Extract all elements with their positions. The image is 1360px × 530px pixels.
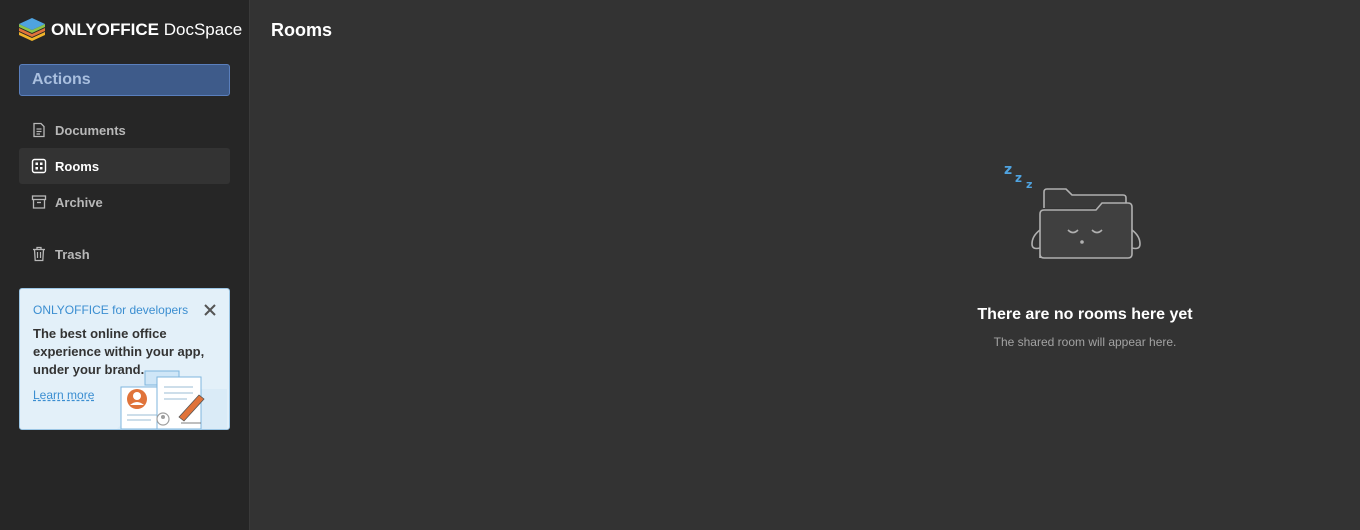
sidebar: ONLYOFFICE DocSpace Actions Documents Ro… xyxy=(0,0,250,530)
close-icon[interactable] xyxy=(203,303,217,317)
empty-state-title: There are no rooms here yet xyxy=(977,306,1193,323)
rooms-icon xyxy=(31,158,47,174)
trash-icon xyxy=(33,246,45,262)
sidebar-item-label: Documents xyxy=(55,122,126,138)
sidebar-item-label: Rooms xyxy=(55,158,100,174)
documents-illustration-icon xyxy=(117,370,227,429)
promo-title: ONLYOFFICE for developers xyxy=(33,303,189,317)
archive-icon xyxy=(31,195,47,209)
learn-more-link[interactable]: Learn more xyxy=(33,388,94,402)
logo-text: ONLYOFFICE DocSpace xyxy=(51,20,243,39)
sleeping-folder-illustration: z z z xyxy=(1004,162,1141,259)
sidebar-item-label: Trash xyxy=(55,246,90,262)
zzz-icon: z xyxy=(1004,162,1012,178)
empty-state-subtitle: The shared room will appear here. xyxy=(993,335,1177,349)
sidebar-item-label: Archive xyxy=(55,194,103,210)
zzz-icon: z xyxy=(1026,178,1032,191)
sidebar-item-trash[interactable]: Trash xyxy=(19,236,230,272)
sidebar-item-rooms[interactable]: Rooms xyxy=(19,148,230,184)
sidebar-item-documents[interactable]: Documents xyxy=(19,112,230,148)
zzz-icon: z xyxy=(1015,171,1022,185)
actions-button[interactable]: Actions xyxy=(19,64,230,96)
sidebar-item-archive[interactable]: Archive xyxy=(19,184,230,220)
developers-promo-banner: ONLYOFFICE for developers The best onlin… xyxy=(19,288,230,430)
document-icon xyxy=(33,122,45,138)
onlyoffice-logo-icon xyxy=(19,18,45,41)
logo[interactable]: ONLYOFFICE DocSpace xyxy=(18,16,242,44)
page-title: Rooms xyxy=(271,20,333,40)
